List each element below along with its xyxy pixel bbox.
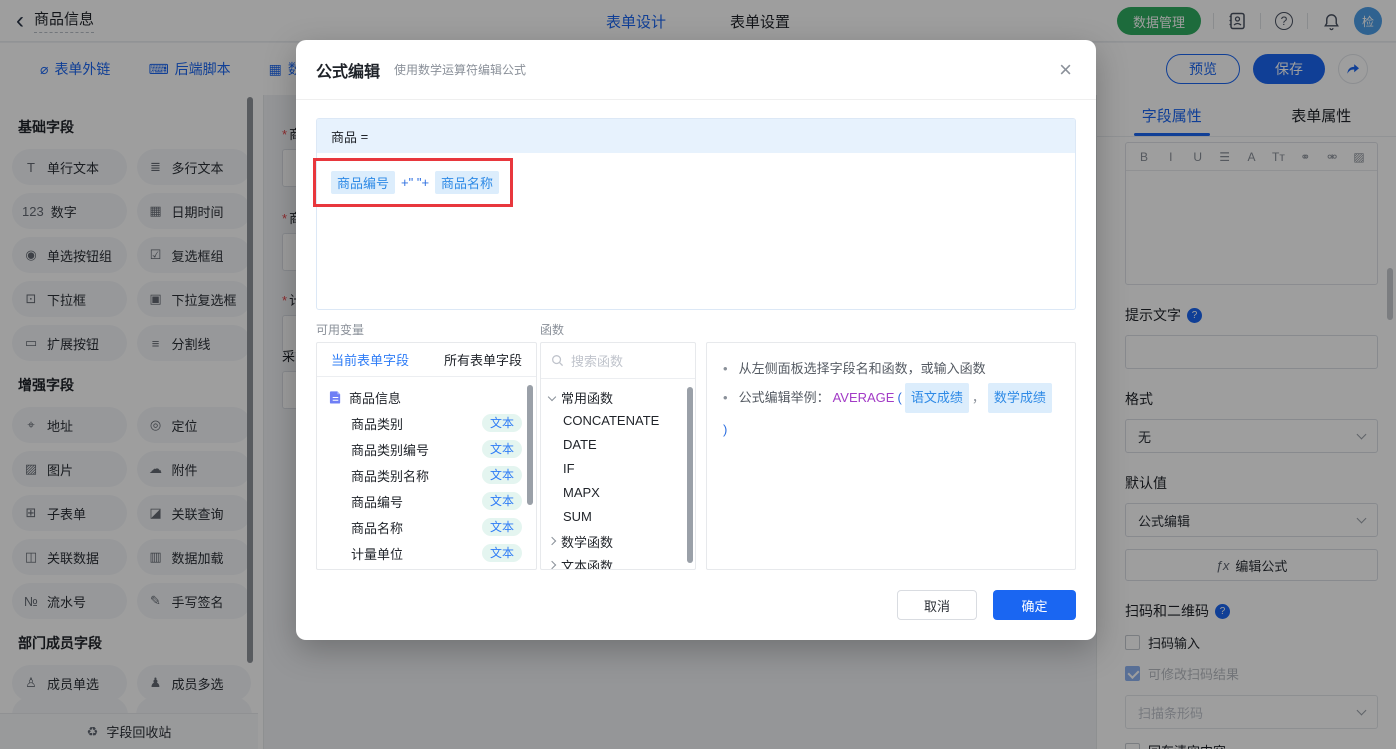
function-item[interactable]: SUM: [541, 505, 695, 529]
field-type-tag: 文本: [481, 544, 522, 562]
form-name: 商品信息: [349, 390, 402, 406]
variable-field-row[interactable]: 商品类别名称 文本: [317, 462, 536, 488]
formula-expression: 商品编号 +" "+ 商品名称: [317, 153, 1075, 212]
bullet: •: [723, 390, 728, 405]
search-icon: [552, 355, 564, 367]
formula-target-bar: 商品 =: [317, 119, 1075, 153]
variable-field-row[interactable]: 商品名称 文本: [317, 514, 536, 540]
variable-field-name: 商品类别: [351, 416, 404, 432]
search-placeholder: 搜索函数: [571, 354, 624, 369]
function-search[interactable]: 搜索函数: [541, 343, 695, 379]
function-group-label: 数学函数: [561, 534, 614, 550]
variables-scrollbar[interactable]: [527, 385, 533, 505]
formula-editor-modal: 公式编辑 使用数学运算符编辑公式 × 商品 = 商品编号 +" "+ 商品名称 …: [296, 40, 1096, 640]
chevron-icon: [547, 392, 557, 402]
chevron-icon: [547, 536, 557, 546]
function-item[interactable]: MAPX: [541, 481, 695, 505]
field-type-tag: 文本: [481, 518, 522, 536]
function-item[interactable]: DATE: [541, 433, 695, 457]
function-item[interactable]: CONCATENATE: [541, 409, 695, 433]
functions-label: 函数: [540, 323, 565, 337]
example-function-name: AVERAGE: [832, 390, 895, 405]
variable-field-row[interactable]: 商品编号 文本: [317, 488, 536, 514]
hints-panel: • 从左侧面板选择字段名和函数，或输入函数 • 公式编辑举例： AVERAGE …: [706, 342, 1076, 570]
variable-field-row[interactable]: 商品类别编号 文本: [317, 436, 536, 462]
formula-token[interactable]: 商品编号: [331, 171, 396, 194]
variable-field-row[interactable]: 计量单位 文本: [317, 540, 536, 566]
formula-equals: =: [360, 128, 369, 144]
modal-subtitle: 使用数学运算符编辑公式: [394, 63, 527, 77]
bullet: •: [723, 361, 728, 376]
formula-token[interactable]: +" "+: [401, 175, 429, 190]
variables-label: 可用变量: [316, 323, 365, 337]
variable-field-name: 商品编号: [351, 494, 404, 510]
variables-panel: 当前表单字段 所有表单字段 商品信息 商品类别 文本 商品类别编号 文本 商品类…: [316, 342, 537, 570]
variable-field-row[interactable]: 商品类别 文本: [317, 410, 536, 436]
variable-field-name: 商品类别编号: [351, 442, 430, 458]
formula-token[interactable]: 商品名称: [435, 171, 500, 194]
form-tree-root[interactable]: 商品信息: [317, 384, 536, 410]
hint-line-1: 从左侧面板选择字段名和函数，或输入函数: [738, 361, 986, 376]
variable-field-name: 商品类别名称: [351, 468, 430, 484]
formula-target-field: 商品: [331, 129, 358, 145]
hint-example-label: 公式编辑举例：: [738, 390, 830, 405]
example-field-chip: 数学成绩: [987, 383, 1052, 413]
document-icon: [329, 391, 341, 404]
function-item[interactable]: IF: [541, 457, 695, 481]
cancel-button[interactable]: 取消: [897, 590, 977, 620]
function-group[interactable]: 常用函数: [541, 385, 695, 409]
field-type-tag: 文本: [481, 440, 522, 458]
close-icon[interactable]: ×: [1059, 58, 1072, 82]
variables-tab[interactable]: 所有表单字段: [444, 350, 522, 369]
functions-panel: 搜索函数 常用函数 CONCATENATE DATE IF MAPX SUM 数…: [540, 342, 696, 570]
field-type-tag: 文本: [481, 414, 522, 432]
functions-scrollbar[interactable]: [687, 387, 693, 563]
chevron-icon: [547, 560, 557, 569]
function-group-label: 文本函数: [561, 558, 614, 570]
example-field-chip: 语文成绩: [904, 383, 969, 413]
function-group-label: 常用函数: [561, 390, 614, 406]
function-group[interactable]: 文本函数: [541, 553, 695, 570]
variables-tab[interactable]: 当前表单字段: [331, 350, 409, 369]
confirm-button[interactable]: 确定: [993, 590, 1076, 620]
function-group[interactable]: 数学函数: [541, 529, 695, 553]
variable-field-name: 计量单位: [351, 546, 404, 562]
formula-editor-area[interactable]: 商品 = 商品编号 +" "+ 商品名称: [316, 118, 1076, 310]
modal-title: 公式编辑: [316, 63, 381, 81]
field-type-tag: 文本: [481, 466, 522, 484]
field-type-tag: 文本: [481, 492, 522, 510]
variable-field-name: 商品名称: [351, 520, 404, 536]
